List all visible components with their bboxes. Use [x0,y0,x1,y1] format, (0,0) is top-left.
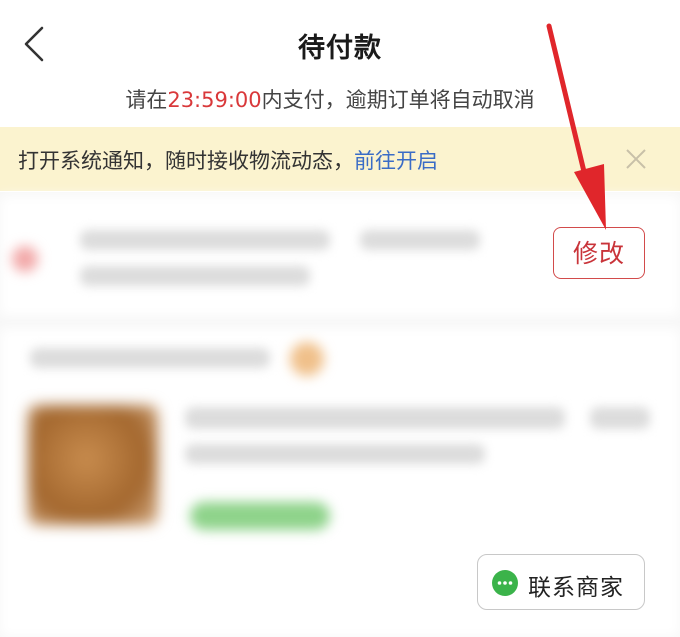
payment-deadline-text: 请在23:59:00内支付，逾期订单将自动取消 [0,84,660,114]
blurred-line [80,266,310,286]
product-tag [190,502,330,530]
contact-merchant-label: 联系商家 [528,575,624,601]
contact-merchant-button[interactable]: 联系商家 [477,554,645,610]
deadline-prefix: 请在 [125,88,168,112]
chat-bubble-icon [492,570,518,596]
notification-banner: 打开系统通知，随时接收物流动态，前往开启 [0,127,680,191]
blurred-line [185,444,485,464]
notification-message: 打开系统通知，随时接收物流动态， [18,149,354,173]
enable-notification-link[interactable]: 前往开启 [354,149,438,173]
page-title: 待付款 [298,33,382,64]
countdown-timer: 23:59:00 [167,88,262,112]
blurred-line [360,230,480,250]
notification-text: 打开系统通知，随时接收物流动态，前往开启 [18,145,438,175]
edit-address-button[interactable]: 修改 [553,227,645,279]
location-dot [12,246,38,272]
product-thumbnail [28,405,158,525]
shop-badge [290,342,324,376]
blurred-line [590,407,650,429]
blurred-line [30,348,270,368]
blurred-line [80,230,330,250]
close-icon [626,149,646,169]
blurred-line [185,407,565,429]
header: 待付款 请在23:59:00内支付，逾期订单将自动取消 [0,0,680,122]
deadline-suffix: 内支付，逾期订单将自动取消 [261,88,535,112]
close-notice-button[interactable] [622,145,650,173]
